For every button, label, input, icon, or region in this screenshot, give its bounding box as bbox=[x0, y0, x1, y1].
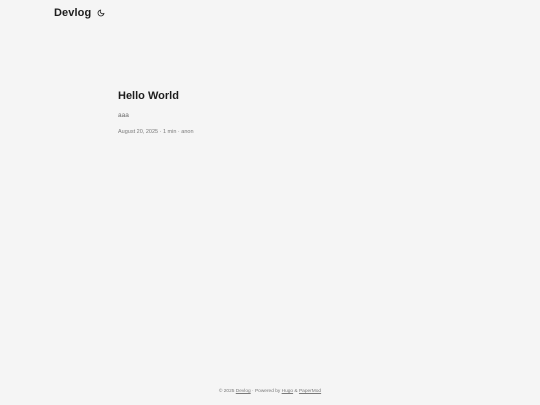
footer-powered-by: · Powered by bbox=[250, 389, 282, 394]
page: Devlog Hello World aaa August 20, 2025 ·… bbox=[0, 0, 540, 405]
site-footer: © 2025 Devlog · Powered by Hugo & PaperM… bbox=[0, 388, 540, 396]
post-entry[interactable]: Hello World aaa August 20, 2025 · 1 min … bbox=[118, 89, 418, 136]
footer-copyright: © 2025 bbox=[218, 389, 236, 394]
site-logo-link[interactable]: Devlog bbox=[54, 7, 91, 19]
moon-icon bbox=[97, 9, 105, 17]
theme-toggle-button[interactable] bbox=[95, 8, 106, 19]
post-meta: August 20, 2025 · 1 min · anon bbox=[118, 129, 194, 135]
post-title[interactable]: Hello World bbox=[118, 89, 418, 104]
site-header: Devlog bbox=[54, 6, 106, 20]
footer-hugo-link[interactable]: Hugo bbox=[282, 389, 293, 394]
post-summary: aaa bbox=[118, 112, 129, 119]
footer-theme-link[interactable]: PaperMod bbox=[299, 389, 321, 394]
footer-site-link[interactable]: Devlog bbox=[236, 389, 251, 394]
